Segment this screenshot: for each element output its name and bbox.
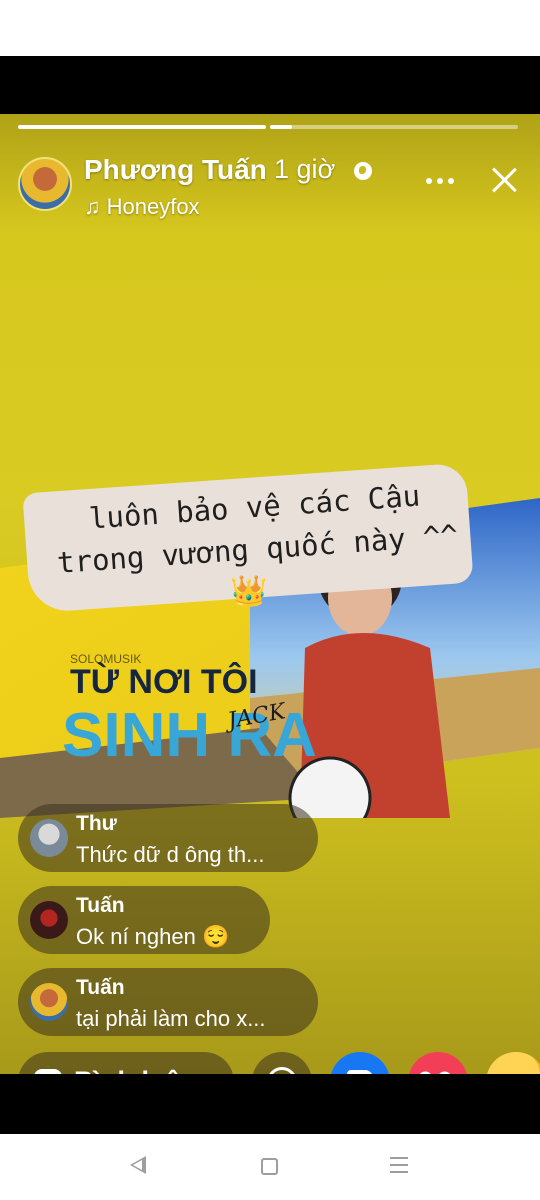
image-title-top: TỪ NƠI TÔI [70,662,258,701]
comment-text: Ok ní nghen 😌 [76,924,230,949]
comment-item[interactable]: Thư Thức dữ d ông th... [18,804,318,872]
back-icon[interactable] [130,1156,146,1174]
commenter-name: Tuấn [76,894,125,917]
commenter-name: Tuấn [76,976,125,999]
progress-segment-2 [270,125,518,129]
comment-item[interactable]: Tuấn tại phải làm cho x... [18,968,318,1036]
comment-text: tại phải làm cho x... [76,1006,266,1031]
comment-text: Thức dữ d ông th... [76,842,265,867]
messenger-icon [267,1067,297,1074]
author-name[interactable]: Phương Tuấn [84,154,267,186]
globe-icon [354,162,372,180]
close-icon[interactable] [486,162,522,198]
system-nav-bar [0,1134,540,1200]
commenter-name: Thư [76,812,117,835]
crown-emoji: 👑 [230,575,268,608]
story-viewer[interactable]: Phương Tuấn 1 giờ ♫ Honeyfox SOLOMUSIK T… [0,56,540,1074]
post-time: 1 giờ [274,154,336,184]
music-label[interactable]: ♫ Honeyfox [84,194,200,220]
progress-segment-1 [18,125,266,129]
comment-button-label: Bình luận [74,1066,197,1074]
love-button[interactable] [408,1052,468,1074]
comment-item[interactable]: Tuấn Ok ní nghen 😌 [18,886,270,954]
home-icon[interactable] [261,1158,278,1175]
bottom-black-bar [0,1074,540,1134]
care-button[interactable] [486,1052,540,1074]
recent-apps-icon[interactable] [390,1157,408,1175]
messenger-button[interactable] [252,1052,312,1074]
author-avatar[interactable] [18,157,72,211]
like-button[interactable] [330,1052,390,1074]
status-strip [0,0,540,56]
comment-button[interactable]: Bình luận [18,1052,234,1074]
commenter-avatar [30,901,68,939]
commenter-avatar [30,819,68,857]
commenter-avatar [30,983,68,1021]
story-progress [18,125,518,129]
action-bar: Bình luận [18,1052,540,1074]
more-icon[interactable] [422,166,458,196]
story-header: Phương Tuấn 1 giờ ♫ Honeyfox [18,154,522,224]
